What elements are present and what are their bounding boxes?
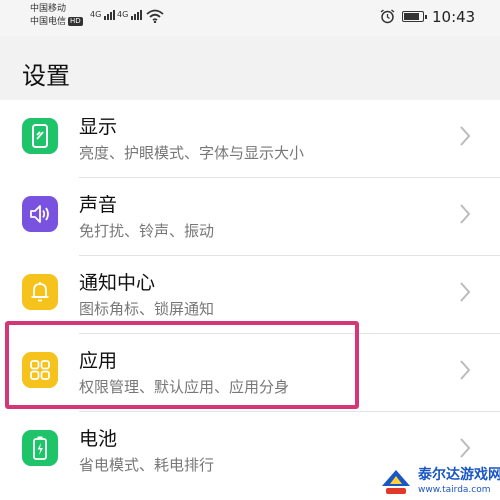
settings-item-title: 显示 (79, 116, 118, 138)
battery-icon (22, 430, 58, 466)
wifi-icon (146, 9, 164, 23)
settings-item-sound[interactable]: 声音 免打扰、铃声、振动 (0, 178, 500, 256)
chevron-right-icon (460, 126, 471, 146)
watermark: 泰尔达游戏网 www.tairda.com (378, 464, 500, 500)
chevron-right-icon (460, 204, 471, 224)
hd-badge: HD (68, 17, 83, 26)
page-title: 设置 (22, 62, 70, 90)
notification-bell-icon (22, 274, 58, 310)
chevron-right-icon (460, 438, 471, 458)
apps-grid-icon (22, 352, 58, 388)
settings-item-title: 通知中心 (79, 272, 156, 294)
settings-item-display[interactable]: 显示 亮度、护眼模式、字体与显示大小 (0, 100, 500, 178)
settings-item-subtitle: 图标角标、锁屏通知 (79, 300, 215, 318)
settings-item-subtitle: 省电模式、耗电排行 (79, 456, 215, 474)
watermark-name: 泰尔达游戏网 (418, 467, 500, 483)
signal-bars-icon (130, 10, 143, 20)
carrier-labels: 中国移动 中国电信 HD (30, 3, 83, 29)
signal-2: 4G (117, 10, 143, 20)
settings-item-apps[interactable]: 应用 权限管理、默认应用、应用分身 (0, 334, 500, 412)
settings-item-title: 声音 (79, 194, 118, 216)
display-icon (22, 118, 58, 154)
watermark-logo-icon (382, 470, 410, 494)
settings-item-title: 应用 (79, 350, 118, 372)
sound-icon (22, 196, 58, 232)
signal-bars-icon (103, 10, 116, 20)
settings-item-subtitle: 免打扰、铃声、振动 (79, 222, 215, 240)
battery-status-icon (402, 11, 427, 22)
chevron-right-icon (460, 282, 471, 302)
settings-item-notification-center[interactable]: 通知中心 图标角标、锁屏通知 (0, 256, 500, 334)
status-time: 10:43 (432, 8, 476, 26)
network-type-2: 4G (117, 10, 129, 19)
alarm-icon (380, 9, 395, 24)
network-type-1: 4G (90, 10, 102, 19)
status-bar: 中国移动 中国电信 HD 4G 4G 10:43 (0, 0, 500, 36)
chevron-right-icon (460, 360, 471, 380)
settings-list: 显示 亮度、护眼模式、字体与显示大小 声音 免打扰、铃声、振动 通知中心 图标角… (0, 100, 500, 500)
settings-item-title: 电池 (79, 428, 118, 450)
signal-1: 4G (90, 10, 116, 20)
settings-item-subtitle: 权限管理、默认应用、应用分身 (79, 378, 290, 396)
watermark-url: www.tairda.com (418, 485, 491, 495)
settings-item-subtitle: 亮度、护眼模式、字体与显示大小 (79, 144, 305, 162)
carrier-1: 中国移动 (30, 4, 67, 14)
carrier-2: 中国电信 (30, 17, 67, 27)
